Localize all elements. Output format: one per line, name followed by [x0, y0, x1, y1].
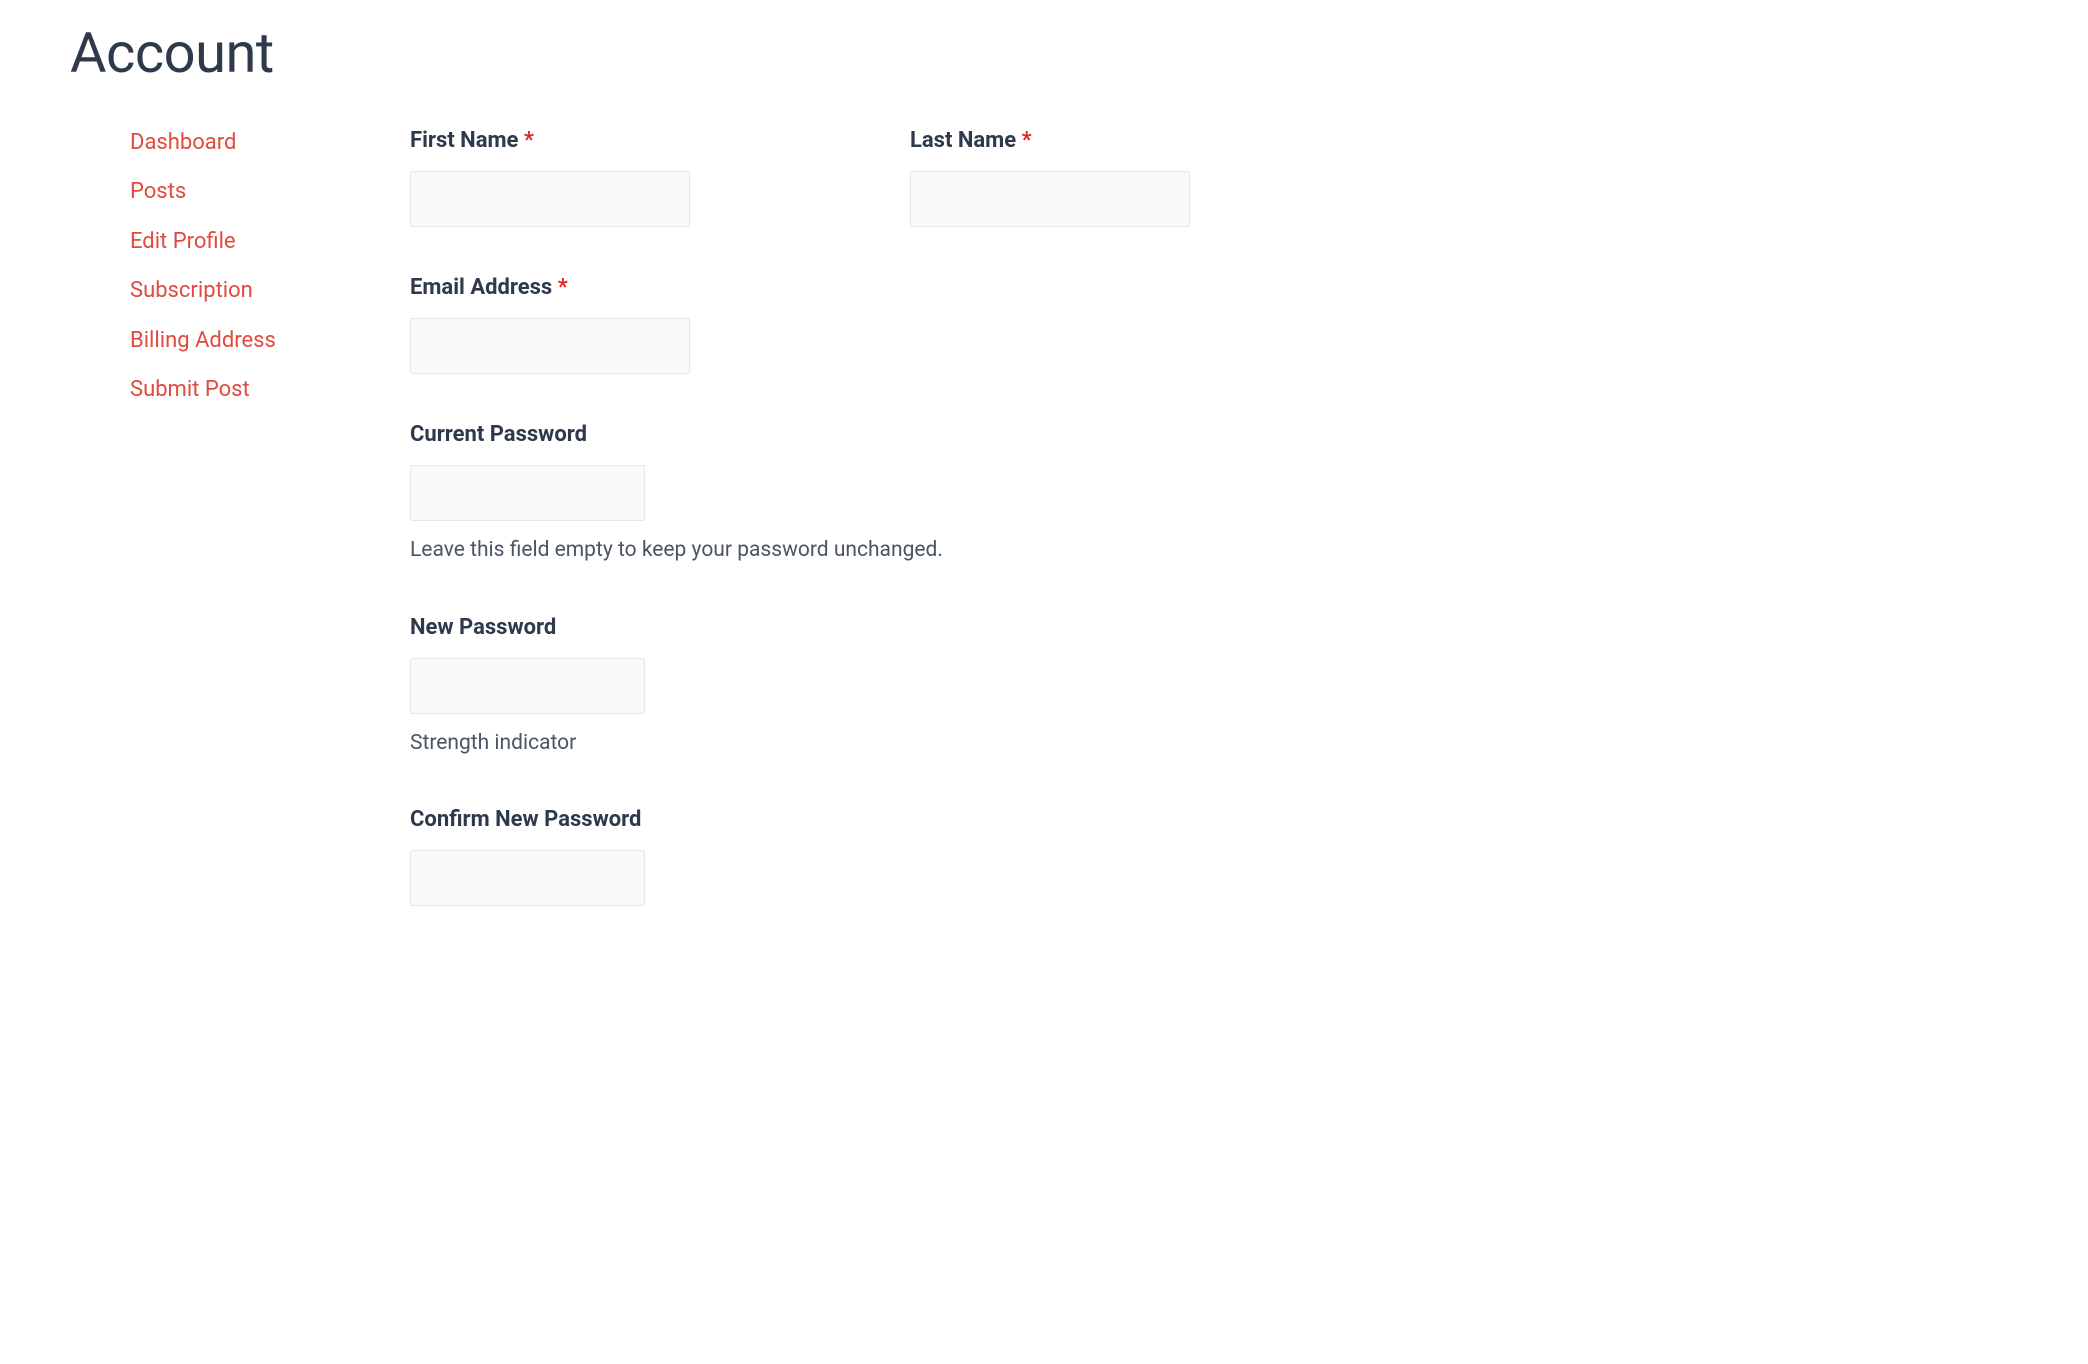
- sidebar-item-billing-address[interactable]: Billing Address: [130, 328, 276, 353]
- last-name-group: Last Name *: [910, 128, 1190, 227]
- first-name-label: First Name *: [410, 128, 690, 153]
- email-group: Email Address *: [410, 275, 2018, 374]
- first-name-label-text: First Name: [410, 128, 518, 153]
- page-title: Account: [70, 20, 2018, 86]
- new-password-input[interactable]: [410, 658, 645, 714]
- last-name-input[interactable]: [910, 171, 1190, 227]
- required-asterisk: *: [558, 275, 568, 300]
- required-asterisk: *: [1022, 128, 1032, 153]
- current-password-input[interactable]: [410, 465, 645, 521]
- current-password-label: Current Password: [410, 422, 2018, 447]
- new-password-group: New Password Strength indicator: [410, 615, 2018, 760]
- sidebar-nav: Dashboard Posts Edit Profile Subscriptio…: [70, 124, 370, 954]
- sidebar-item-dashboard[interactable]: Dashboard: [130, 130, 236, 155]
- main-content: First Name * Last Name * Email Address *: [410, 124, 2018, 954]
- sidebar-item-submit-post[interactable]: Submit Post: [130, 377, 250, 402]
- email-input[interactable]: [410, 318, 690, 374]
- email-label-text: Email Address: [410, 275, 552, 300]
- sidebar-item-subscription[interactable]: Subscription: [130, 278, 253, 303]
- sidebar-item-posts[interactable]: Posts: [130, 179, 186, 204]
- current-password-help: Leave this field empty to keep your pass…: [410, 535, 2018, 567]
- confirm-password-label: Confirm New Password: [410, 807, 2018, 832]
- confirm-password-input[interactable]: [410, 850, 645, 906]
- last-name-label: Last Name *: [910, 128, 1190, 153]
- strength-indicator: Strength indicator: [410, 728, 2018, 760]
- sidebar-item-edit-profile[interactable]: Edit Profile: [130, 229, 236, 254]
- confirm-password-group: Confirm New Password: [410, 807, 2018, 906]
- email-label: Email Address *: [410, 275, 2018, 300]
- account-container: Dashboard Posts Edit Profile Subscriptio…: [70, 124, 2018, 954]
- first-name-group: First Name *: [410, 128, 690, 227]
- first-name-input[interactable]: [410, 171, 690, 227]
- last-name-label-text: Last Name: [910, 128, 1016, 153]
- new-password-label: New Password: [410, 615, 2018, 640]
- current-password-group: Current Password Leave this field empty …: [410, 422, 2018, 567]
- required-asterisk: *: [524, 128, 534, 153]
